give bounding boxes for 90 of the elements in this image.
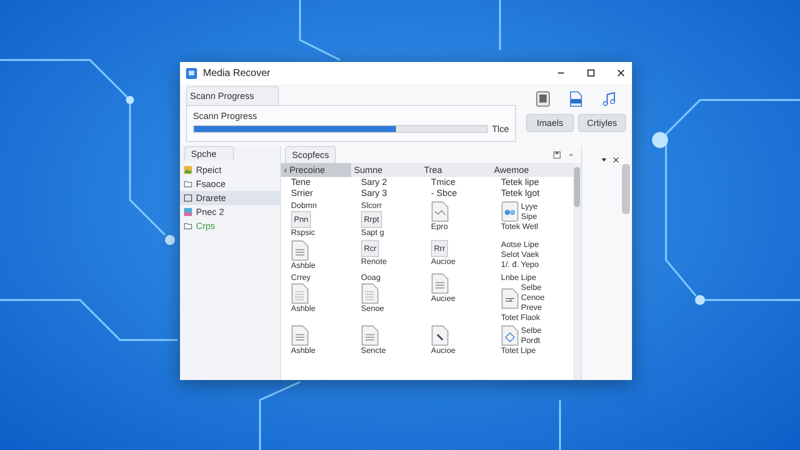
file-name: Rspsic: [291, 228, 316, 238]
file-detail: Selot Vaek: [501, 250, 540, 260]
column-header[interactable]: Sumne: [351, 163, 421, 177]
project-icon: [184, 166, 192, 174]
scan-label: Scann Progress: [193, 111, 258, 121]
table-cell-text: Tetek lgot: [500, 188, 541, 199]
file-name: Ashble: [291, 261, 316, 271]
drive-icon: [184, 194, 192, 202]
document-icon[interactable]: [291, 283, 309, 304]
table-cell-text: Srrier: [290, 188, 314, 199]
diamond-file-icon[interactable]: [501, 325, 519, 346]
file-detail: Pordt: [521, 336, 542, 346]
file-name: Aucioe: [431, 346, 456, 356]
table-cell-text: Tene: [290, 177, 312, 188]
close-icon[interactable]: [612, 156, 620, 164]
column-header[interactable]: Awemoe: [491, 163, 573, 177]
file-name: Totet Lipe: [501, 346, 536, 356]
table-cell-text: Sary 2: [360, 177, 388, 188]
app-icon: [186, 68, 197, 78]
document-icon[interactable]: [431, 273, 449, 294]
file-detail: Cenoe: [521, 293, 545, 303]
file-name: Ashble: [291, 304, 316, 314]
table-cell-text: Tetek lipe: [500, 177, 540, 188]
toolbar-button[interactable]: Crtiyles: [578, 114, 626, 132]
file-detail: Selbe: [521, 326, 542, 336]
tree-item-label: Rpeict: [196, 165, 222, 175]
document-icon[interactable]: [291, 325, 309, 346]
file-name: Aucioe: [431, 257, 456, 267]
file-label: Lnbe Lipe: [501, 273, 536, 283]
table-cell-text: - Sbce: [430, 188, 458, 199]
image-icon: [184, 208, 192, 216]
document-icon[interactable]: [361, 283, 379, 304]
file-thumbnail[interactable]: Rcr: [361, 240, 380, 257]
file-detail: Selbe: [521, 283, 542, 293]
toolbar-button[interactable]: Imaels: [526, 114, 574, 132]
file-thumbnail[interactable]: Rrpt: [361, 211, 382, 228]
close-icon[interactable]: [616, 68, 626, 78]
tree-item-label: Pnec 2: [196, 207, 224, 217]
pen-file-icon[interactable]: [431, 325, 449, 346]
progress-reading: Tlce: [492, 124, 509, 134]
tree-item[interactable]: Rpeict: [180, 163, 280, 177]
file-thumbnail[interactable]: Rrr: [431, 240, 448, 257]
file-name: Sapt g: [361, 228, 384, 238]
folder-icon: [184, 180, 192, 188]
dropdown-icon[interactable]: [600, 156, 608, 164]
document-icon[interactable]: [361, 325, 379, 346]
column-header[interactable]: Trea: [421, 163, 491, 177]
file-name: Auciee: [431, 294, 456, 304]
document-icon[interactable]: [534, 90, 552, 108]
tree-item-label: Crps: [196, 221, 216, 231]
column-header[interactable]: ‹ Precoine: [281, 163, 351, 177]
file-detail: Sipe: [521, 212, 538, 222]
scan-tab[interactable]: Scann Progress: [186, 86, 280, 105]
tree-item[interactable]: Fsaoce: [180, 177, 280, 191]
circuit-trace: [259, 381, 300, 450]
file-name: Renote: [361, 257, 387, 267]
file-detail: Aotse Lipe: [501, 240, 540, 250]
folder-icon: [184, 222, 192, 230]
file-name: Sencte: [361, 346, 386, 356]
file-detail: Lyye: [521, 202, 538, 212]
table-cell-text: Sary 3: [360, 188, 388, 199]
file-thumbnail[interactable]: Pnn: [291, 211, 312, 228]
table-cell-text: Tmice: [430, 177, 456, 188]
maximize-icon[interactable]: [586, 68, 596, 78]
file-label: Crrey: [291, 273, 311, 283]
file-label: Dobmn: [291, 201, 317, 211]
sidebar-tab[interactable]: Spche: [184, 146, 234, 161]
file-name: Totet Flaok: [501, 313, 540, 323]
document-icon[interactable]: [291, 240, 309, 261]
file-detail: 1/. đ. Yepo: [501, 260, 540, 270]
file-label: Slcorr: [361, 201, 382, 211]
tree-item[interactable]: Drarete: [180, 191, 280, 205]
window-title: Media Recover: [203, 68, 270, 78]
photo-file-icon[interactable]: [501, 201, 519, 222]
results-tab[interactable]: Scopfecs: [285, 146, 336, 163]
circuit-trace: [299, 0, 340, 61]
file-label: Ooag: [361, 273, 381, 283]
file-detail: Preve: [521, 303, 543, 313]
scrollbar-thumb[interactable]: [622, 164, 630, 214]
tree-item-label: Drarete: [196, 193, 226, 203]
scrollbar-thumb[interactable]: [574, 167, 580, 207]
file-name: Senoe: [361, 304, 384, 314]
file-name: Totek Wetl: [501, 222, 538, 232]
tree-item[interactable]: Pnec 2: [180, 205, 280, 219]
tree-item-label: Fsaoce: [196, 179, 226, 189]
save-icon[interactable]: [553, 150, 561, 158]
file-name: Ashble: [291, 346, 316, 356]
file-name: Epro: [431, 222, 448, 232]
image-file-icon[interactable]: [431, 201, 449, 222]
arrow-file-icon[interactable]: [501, 288, 519, 308]
